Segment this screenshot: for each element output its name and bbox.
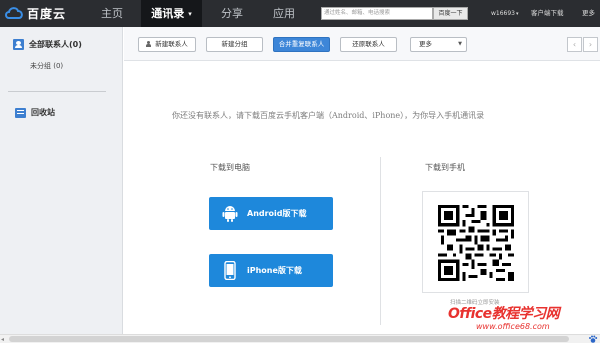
nav-apps[interactable]: 应用 bbox=[262, 0, 306, 27]
new-group-button[interactable]: 新建分组 bbox=[206, 37, 263, 52]
vertical-divider bbox=[380, 157, 381, 325]
sidebar-item-label: 回收站 bbox=[31, 108, 55, 117]
new-contact-button[interactable]: 新建联系人 bbox=[138, 37, 196, 52]
contacts-icon bbox=[13, 39, 24, 50]
more-dropdown[interactable]: 更多 ▼ bbox=[410, 37, 467, 52]
nav-home[interactable]: 主页 bbox=[90, 0, 134, 27]
prev-page-button[interactable]: ‹ bbox=[567, 37, 582, 52]
sidebar-item-ungrouped[interactable]: 未分组 (0) bbox=[30, 61, 63, 71]
nav-contacts[interactable]: 通讯录 ▾ bbox=[141, 0, 202, 27]
username: w16693 bbox=[491, 10, 515, 17]
chevron-down-icon: ▼ bbox=[458, 41, 462, 47]
new-contact-label: 新建联系人 bbox=[155, 40, 188, 48]
qr-code-caption: 扫描二维码立即安装 bbox=[450, 300, 500, 306]
sidebar-item-label: 全部联系人(0) bbox=[29, 40, 82, 49]
iphone-download-button[interactable]: iPhone版下载 bbox=[209, 254, 333, 287]
sidebar-item-all-contacts[interactable]: 全部联系人(0) bbox=[13, 39, 82, 50]
toolbar: 新建联系人 新建分组 合并重复联系人 还原联系人 更多 ▼ ‹ › bbox=[124, 27, 600, 61]
empty-notice: 你还没有联系人，请下载百度云手机客户端（Android、iPhone），为你导入… bbox=[172, 111, 485, 120]
search-button[interactable]: 百度一下 bbox=[433, 7, 468, 20]
qr-code-image bbox=[438, 205, 514, 281]
sidebar-divider bbox=[8, 91, 106, 92]
person-add-icon bbox=[146, 41, 153, 47]
download-pc-title: 下载到电脑 bbox=[210, 163, 250, 172]
chevron-down-icon: ▾ bbox=[188, 10, 192, 18]
baidu-yun-logo[interactable]: 百度云 bbox=[4, 3, 66, 23]
android-icon bbox=[220, 204, 240, 224]
scroll-left-arrow-icon[interactable]: ◂ bbox=[1, 336, 4, 343]
android-download-button[interactable]: Android版下载 bbox=[209, 197, 333, 230]
recycle-bin-icon bbox=[15, 107, 26, 118]
search-input[interactable]: 通过姓名、邮箱、电话搜索 bbox=[321, 7, 433, 20]
sidebar: 全部联系人(0) 未分组 (0) 回收站 bbox=[0, 27, 123, 334]
android-download-label: Android版下载 bbox=[247, 209, 307, 218]
scrollbar-thumb[interactable] bbox=[9, 336, 569, 342]
cloud-logo-icon bbox=[5, 7, 23, 19]
sidebar-item-recycle-bin[interactable]: 回收站 bbox=[15, 107, 55, 118]
baidu-yun-contacts-page: { "header": { "logo_text": "百度云", "nav":… bbox=[0, 0, 600, 343]
restore-contacts-button[interactable]: 还原联系人 bbox=[340, 37, 397, 52]
client-download-link[interactable]: 客户端下载 bbox=[531, 0, 564, 27]
merge-duplicates-button[interactable]: 合并重复联系人 bbox=[273, 37, 330, 52]
horizontal-scrollbar[interactable]: ◂ bbox=[0, 334, 600, 343]
top-navigation-bar: 百度云 主页 通讯录 ▾ 分享 应用 通过姓名、邮箱、电话搜索 百度一下 w166… bbox=[0, 0, 600, 27]
user-menu[interactable]: w16693▾ bbox=[491, 0, 519, 27]
qr-code-box bbox=[422, 191, 529, 293]
next-page-button[interactable]: › bbox=[583, 37, 598, 52]
logo-text: 百度云 bbox=[27, 6, 67, 21]
more-label: 更多 bbox=[419, 40, 432, 48]
chevron-down-icon: ▾ bbox=[516, 11, 519, 17]
iphone-icon bbox=[220, 261, 240, 281]
more-link[interactable]: 更多 bbox=[582, 0, 595, 27]
download-phone-title: 下载到手机 bbox=[425, 163, 465, 172]
nav-contacts-label: 通讯录 bbox=[151, 7, 185, 20]
nav-share[interactable]: 分享 bbox=[210, 0, 254, 27]
main-content: 你还没有联系人，请下载百度云手机客户端（Android、iPhone），为你导入… bbox=[124, 62, 600, 334]
baidu-paw-icon bbox=[589, 335, 598, 343]
iphone-download-label: iPhone版下载 bbox=[247, 266, 302, 275]
